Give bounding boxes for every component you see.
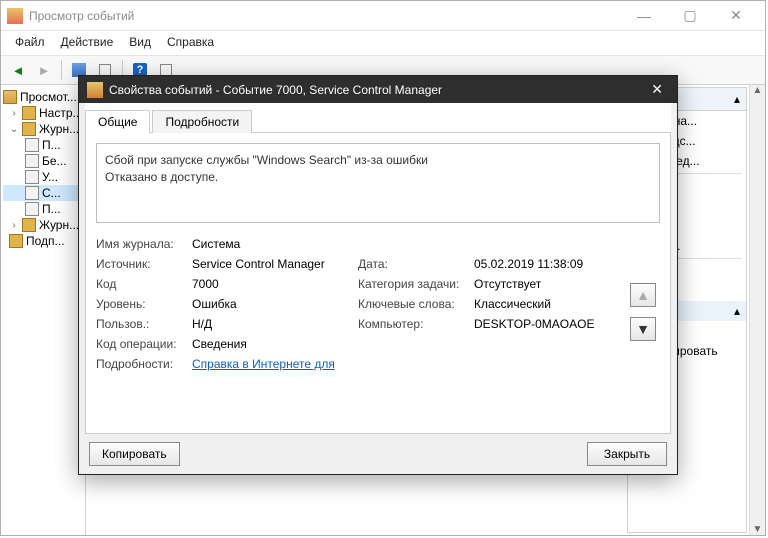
- arrow-up-icon: ▲: [636, 287, 650, 303]
- log-icon: [25, 138, 39, 152]
- maximize-button[interactable]: ▢: [667, 1, 713, 31]
- label-user: Пользов.:: [96, 317, 186, 331]
- menu-action[interactable]: Действие: [55, 33, 120, 51]
- dialog-footer: Копировать Закрыть: [79, 434, 677, 474]
- tree-label: Бе...: [42, 154, 67, 168]
- titlebar: Просмотр событий — ▢ ✕: [1, 1, 765, 31]
- tree-label: Журн...: [39, 122, 79, 136]
- tree-label: У...: [42, 170, 58, 184]
- menu-file[interactable]: Файл: [9, 33, 51, 51]
- tree-label: Просмот...: [20, 90, 77, 104]
- label-computer: Компьютер:: [358, 317, 468, 331]
- dialog-tabs: Общие Подробности: [85, 103, 671, 133]
- dialog-close-button[interactable]: ✕: [645, 81, 669, 98]
- event-details-grid: Имя журнала: Система Источник: Service C…: [96, 237, 660, 371]
- collapse-icon[interactable]: ⌄: [9, 124, 19, 135]
- window-controls: — ▢ ✕: [621, 1, 759, 31]
- menu-view[interactable]: Вид: [123, 33, 157, 51]
- value-eventid: 7000: [192, 277, 352, 291]
- event-properties-dialog: Свойства событий - Событие 7000, Service…: [78, 75, 678, 475]
- scroll-up-icon[interactable]: ▲: [753, 85, 763, 96]
- label-source: Источник:: [96, 257, 186, 271]
- eventviewer-icon: [3, 90, 17, 104]
- tree-node-selected[interactable]: С...: [3, 185, 83, 201]
- label-taskcat: Категория задачи:: [358, 277, 468, 291]
- app-icon: [7, 8, 23, 24]
- dialog-record-nav: ▲ ▼: [630, 283, 656, 341]
- folder-icon: [22, 122, 36, 136]
- tree-node[interactable]: › Настр...: [3, 105, 83, 121]
- prev-event-button[interactable]: ▲: [630, 283, 656, 307]
- link-online-help[interactable]: Справка в Интернете для: [192, 357, 335, 371]
- scroll-down-icon[interactable]: ▼: [753, 524, 763, 535]
- value-date: 05.02.2019 11:38:09: [474, 257, 624, 271]
- tab-details[interactable]: Подробности: [152, 110, 252, 133]
- expand-icon[interactable]: ›: [9, 220, 19, 231]
- dialog-title: Свойства событий - Событие 7000, Service…: [109, 83, 645, 97]
- log-icon: [25, 170, 39, 184]
- arrow-down-icon: ▼: [636, 321, 650, 337]
- tree-label: Подп...: [26, 234, 65, 248]
- value-logname: Система: [192, 237, 352, 251]
- folder-icon: [22, 218, 36, 232]
- label-logname: Имя журнала:: [96, 237, 186, 251]
- close-dialog-button[interactable]: Закрыть: [587, 442, 667, 466]
- chevron-up-icon[interactable]: ▴: [734, 304, 740, 318]
- tree-node[interactable]: П...: [3, 201, 83, 217]
- chevron-up-icon[interactable]: ▴: [734, 92, 740, 106]
- log-icon: [25, 154, 39, 168]
- menu-help[interactable]: Справка: [161, 33, 220, 51]
- minimize-button[interactable]: —: [621, 1, 667, 31]
- folder-icon: [22, 106, 36, 120]
- scrollbar-vertical[interactable]: ▲▼: [749, 85, 765, 535]
- dialog-titlebar: Свойства событий - Событие 7000, Service…: [79, 76, 677, 103]
- tab-general[interactable]: Общие: [85, 110, 150, 133]
- value-taskcat: Отсутствует: [474, 277, 624, 291]
- tree-node[interactable]: ⌄ Журн...: [3, 121, 83, 137]
- tree-node[interactable]: › Журн...: [3, 217, 83, 233]
- nav-back-button[interactable]: [7, 59, 29, 81]
- close-button[interactable]: ✕: [713, 1, 759, 31]
- dialog-body: Сбой при запуске службы "Windows Search"…: [85, 133, 671, 434]
- window-title: Просмотр событий: [29, 9, 621, 23]
- next-event-button[interactable]: ▼: [630, 317, 656, 341]
- log-icon: [25, 202, 39, 216]
- tree-label: П...: [42, 138, 61, 152]
- label-date: Дата:: [358, 257, 468, 271]
- separator: [61, 60, 62, 80]
- label-level: Уровень:: [96, 297, 186, 311]
- expand-icon[interactable]: ›: [9, 108, 19, 119]
- label-moreinfo: Подробности:: [96, 357, 186, 371]
- arrow-right-icon: [38, 63, 51, 78]
- menubar: Файл Действие Вид Справка: [1, 31, 765, 56]
- arrow-left-icon: [12, 63, 25, 78]
- value-keywords: Классический: [474, 297, 624, 311]
- value-opcode: Сведения: [192, 337, 352, 351]
- tree-pane: Просмот... › Настр... ⌄ Журн... П... Бе...…: [1, 85, 86, 535]
- tree-node[interactable]: Подп...: [3, 233, 83, 249]
- tree-label: П...: [42, 202, 61, 216]
- tree-root[interactable]: Просмот...: [3, 89, 83, 105]
- value-user: Н/Д: [192, 317, 352, 331]
- nav-forward-button[interactable]: [33, 59, 55, 81]
- tree-label: С...: [42, 186, 61, 200]
- value-computer: DESKTOP-0MAOAOE: [474, 317, 624, 331]
- copy-button[interactable]: Копировать: [89, 442, 180, 466]
- event-description: Сбой при запуске службы "Windows Search"…: [96, 143, 660, 223]
- dialog-icon: [87, 82, 103, 98]
- tree-node[interactable]: П...: [3, 137, 83, 153]
- folder-icon: [9, 234, 23, 248]
- tree-node[interactable]: У...: [3, 169, 83, 185]
- tree-label: Настр...: [39, 106, 83, 120]
- label-keywords: Ключевые слова:: [358, 297, 468, 311]
- label-opcode: Код операции:: [96, 337, 186, 351]
- tree-label: Журн...: [39, 218, 79, 232]
- label-eventid: Код: [96, 277, 186, 291]
- value-source: Service Control Manager: [192, 257, 352, 271]
- value-level: Ошибка: [192, 297, 352, 311]
- log-icon: [25, 186, 39, 200]
- tree-node[interactable]: Бе...: [3, 153, 83, 169]
